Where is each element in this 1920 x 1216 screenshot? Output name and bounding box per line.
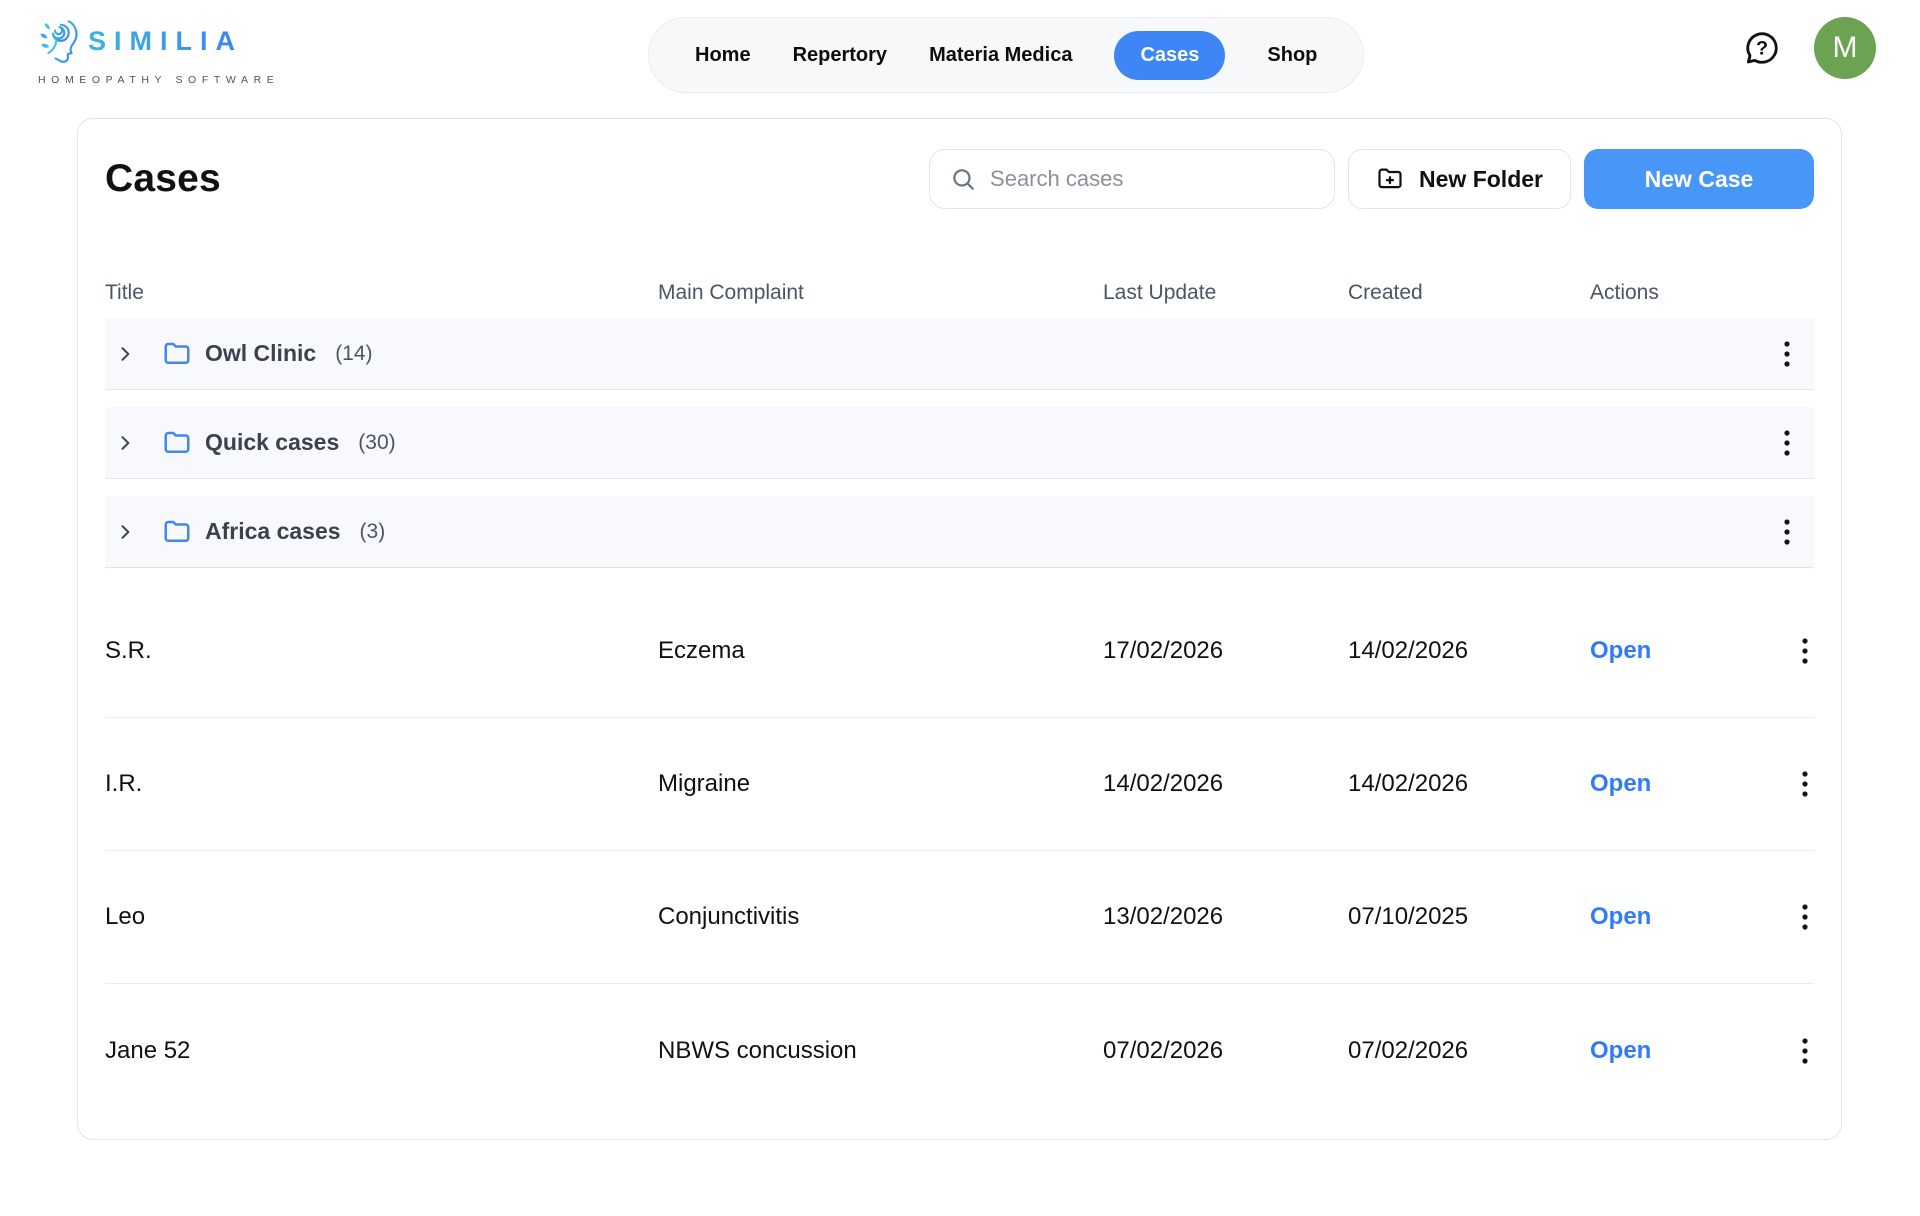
case-row: Jane 52 NBWS concussion 07/02/2026 07/02… xyxy=(105,984,1814,1117)
folder-icon xyxy=(162,428,192,458)
case-menu-icon[interactable] xyxy=(1796,766,1814,802)
case-title: Jane 52 xyxy=(105,1037,658,1065)
col-header-title: Title xyxy=(105,281,658,305)
case-title: S.R. xyxy=(105,637,658,665)
case-created: 14/02/2026 xyxy=(1348,770,1590,798)
nav-item-repertory[interactable]: Repertory xyxy=(793,44,887,67)
case-row: Leo Conjunctivitis 13/02/2026 07/10/2025… xyxy=(105,851,1814,984)
folder-plus-icon xyxy=(1376,165,1404,193)
svg-text:?: ? xyxy=(1756,38,1768,60)
folder-icon xyxy=(162,517,192,547)
folder-name: Owl Clinic xyxy=(205,340,316,367)
chevron-right-icon[interactable] xyxy=(115,522,135,542)
case-menu-icon[interactable] xyxy=(1796,633,1814,669)
open-case-link[interactable]: Open xyxy=(1590,770,1651,798)
case-created: 07/10/2025 xyxy=(1348,903,1590,931)
col-header-actions: Actions xyxy=(1590,281,1814,305)
case-last-update: 14/02/2026 xyxy=(1103,770,1348,798)
help-icon[interactable]: ? xyxy=(1742,28,1782,68)
case-complaint: Migraine xyxy=(658,770,1103,798)
folder-row-quick-cases[interactable]: Quick cases (30) xyxy=(105,407,1814,479)
folder-name: Quick cases xyxy=(205,429,339,456)
col-header-main-complaint: Main Complaint xyxy=(658,281,1103,305)
case-title: I.R. xyxy=(105,770,658,798)
user-avatar[interactable]: M xyxy=(1814,17,1876,79)
table-header-row: Title Main Complaint Last Update Created… xyxy=(105,281,1814,318)
new-folder-button[interactable]: New Folder xyxy=(1348,149,1571,209)
case-complaint: Conjunctivitis xyxy=(658,903,1103,931)
page-title: Cases xyxy=(105,157,221,201)
folder-name: Africa cases xyxy=(205,518,341,545)
brand-tagline: HOMEOPATHY SOFTWARE xyxy=(38,74,279,86)
case-row: I.R. Migraine 14/02/2026 14/02/2026 Open xyxy=(105,718,1814,851)
nav-item-materia-medica[interactable]: Materia Medica xyxy=(929,44,1072,67)
nav-item-home[interactable]: Home xyxy=(695,44,751,67)
col-header-last-update: Last Update xyxy=(1103,281,1348,305)
case-last-update: 07/02/2026 xyxy=(1103,1037,1348,1065)
cases-table: Title Main Complaint Last Update Created… xyxy=(105,281,1814,1117)
new-case-button[interactable]: New Case xyxy=(1584,149,1814,209)
new-case-label: New Case xyxy=(1645,166,1754,193)
search-cases-box xyxy=(929,149,1335,209)
folder-menu-icon[interactable] xyxy=(1778,425,1796,461)
brand-logo-icon xyxy=(36,12,82,71)
folder-row-africa-cases[interactable]: Africa cases (3) xyxy=(105,496,1814,568)
brand-name: SIMILIA xyxy=(88,26,243,57)
case-last-update: 13/02/2026 xyxy=(1103,903,1348,931)
folder-icon xyxy=(162,339,192,369)
case-last-update: 17/02/2026 xyxy=(1103,637,1348,665)
open-case-link[interactable]: Open xyxy=(1590,903,1651,931)
main-nav: Home Repertory Materia Medica Cases Shop xyxy=(648,17,1364,93)
case-row: S.R. Eczema 17/02/2026 14/02/2026 Open xyxy=(105,585,1814,718)
open-case-link[interactable]: Open xyxy=(1590,1037,1651,1065)
cases-panel: Cases New xyxy=(77,118,1842,1140)
chevron-right-icon[interactable] xyxy=(115,344,135,364)
case-complaint: NBWS concussion xyxy=(658,1037,1103,1065)
search-input[interactable] xyxy=(990,166,1314,192)
case-title: Leo xyxy=(105,903,658,931)
folder-count: (14) xyxy=(335,342,372,366)
case-created: 14/02/2026 xyxy=(1348,637,1590,665)
case-complaint: Eczema xyxy=(658,637,1103,665)
top-header: SIMILIA HOMEOPATHY SOFTWARE Home Reperto… xyxy=(0,0,1920,96)
chevron-right-icon[interactable] xyxy=(115,433,135,453)
folder-count: (3) xyxy=(360,520,386,544)
folder-row-owl-clinic[interactable]: Owl Clinic (14) xyxy=(105,318,1814,390)
case-created: 07/02/2026 xyxy=(1348,1037,1590,1065)
new-folder-label: New Folder xyxy=(1419,166,1543,193)
folder-count: (30) xyxy=(358,431,395,455)
nav-item-shop[interactable]: Shop xyxy=(1267,44,1317,67)
col-header-created: Created xyxy=(1348,281,1590,305)
folder-menu-icon[interactable] xyxy=(1778,514,1796,550)
open-case-link[interactable]: Open xyxy=(1590,637,1651,665)
folder-menu-icon[interactable] xyxy=(1778,336,1796,372)
nav-item-cases[interactable]: Cases xyxy=(1114,31,1225,80)
case-menu-icon[interactable] xyxy=(1796,899,1814,935)
search-icon xyxy=(950,166,976,192)
brand-logo: SIMILIA HOMEOPATHY SOFTWARE xyxy=(36,12,279,86)
case-menu-icon[interactable] xyxy=(1796,1033,1814,1069)
